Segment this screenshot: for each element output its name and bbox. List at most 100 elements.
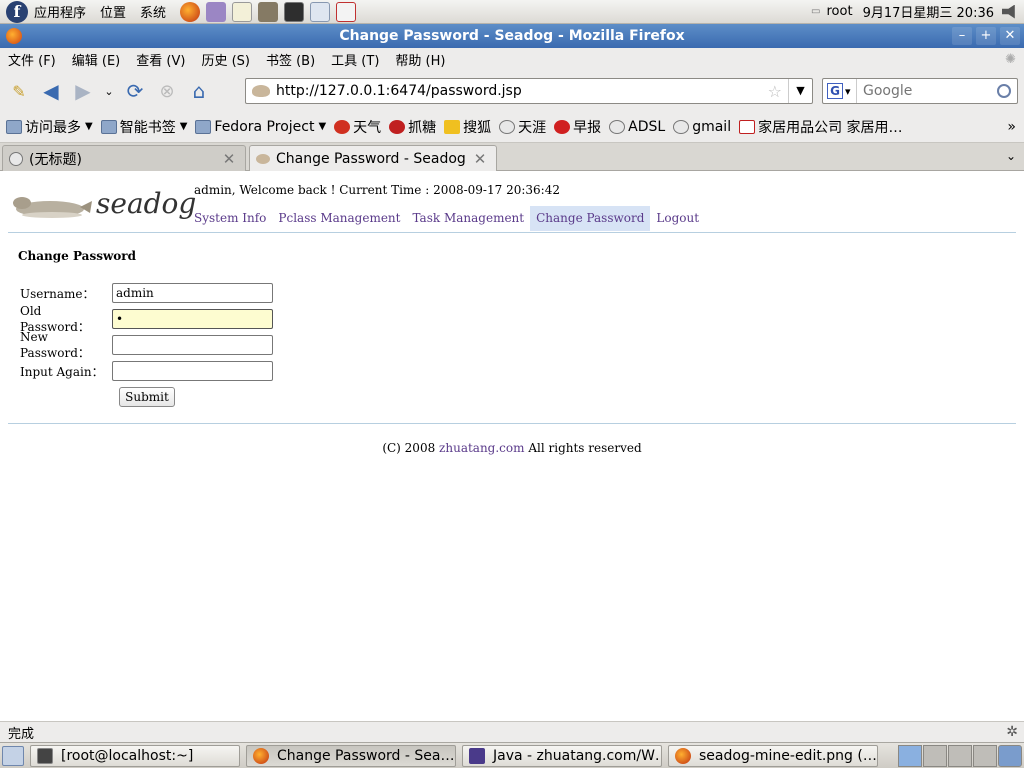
menu-tools[interactable]: 工具 (T) bbox=[331, 50, 379, 69]
new-password-input[interactable] bbox=[112, 335, 273, 355]
tab-untitled[interactable]: (无标题) ✕ bbox=[2, 145, 246, 171]
url-dropdown-icon[interactable]: ▼ bbox=[788, 79, 812, 103]
workspace-3[interactable] bbox=[948, 744, 972, 767]
old-password-input[interactable] bbox=[112, 309, 273, 329]
search-engine-selector[interactable]: G ▾ bbox=[823, 79, 857, 103]
workspace-1[interactable] bbox=[898, 744, 922, 767]
tab-change-password[interactable]: Change Password - Seadog ✕ bbox=[249, 145, 497, 172]
header-divider bbox=[8, 232, 1016, 233]
eclipse-launcher-icon[interactable] bbox=[336, 1, 357, 22]
terminal-launcher-icon[interactable] bbox=[284, 1, 305, 22]
volume-icon[interactable] bbox=[1002, 4, 1015, 19]
workspace-4[interactable] bbox=[973, 744, 997, 767]
nav-logout[interactable]: Logout bbox=[650, 206, 705, 231]
username-input[interactable] bbox=[112, 283, 273, 303]
logo-text: seadog bbox=[96, 187, 197, 220]
throbber-icon: ✺ bbox=[1005, 52, 1016, 67]
task-label: seadog-mine-edit.png (… bbox=[699, 747, 877, 764]
task-label: Change Password - Sea… bbox=[277, 747, 455, 764]
panel-menu-applications[interactable]: 应用程序 bbox=[34, 2, 86, 21]
bookmark-zhuatang[interactable]: 抓糖 bbox=[389, 117, 436, 137]
menu-view[interactable]: 查看 (V) bbox=[136, 50, 185, 69]
footer-link[interactable]: zhuatang.com bbox=[439, 441, 524, 455]
firefox-launcher-icon[interactable] bbox=[180, 1, 201, 22]
bookmark-most-visited[interactable]: 访问最多 ▼ bbox=[6, 117, 93, 137]
folder-icon bbox=[195, 119, 212, 134]
home-icon[interactable]: ⌂ bbox=[186, 78, 212, 104]
username-label: Username： bbox=[20, 286, 95, 301]
reload-icon[interactable]: ⟳ bbox=[122, 78, 148, 104]
history-dropdown-icon[interactable]: ⌄ bbox=[102, 78, 116, 104]
search-icon[interactable] bbox=[997, 84, 1011, 98]
pidgin-launcher-icon[interactable] bbox=[206, 1, 227, 22]
nav-task-management[interactable]: Task Management bbox=[406, 206, 530, 231]
text-editor-launcher-icon[interactable] bbox=[232, 1, 253, 22]
bookmark-zaobao[interactable]: 早报 bbox=[554, 117, 601, 137]
nav-change-password[interactable]: Change Password bbox=[530, 206, 651, 231]
gimp-launcher-icon[interactable] bbox=[258, 1, 279, 22]
bookmarks-overflow-icon[interactable]: » bbox=[1007, 119, 1016, 135]
input-again-label: Input Again： bbox=[20, 364, 104, 379]
panel-menu-places[interactable]: 位置 bbox=[100, 2, 126, 21]
stop-icon[interactable]: ⊗ bbox=[154, 78, 180, 104]
task-eclipse[interactable]: Java - zhuatang.com/W… bbox=[462, 744, 662, 767]
bookmark-smart-bookmarks[interactable]: 智能书签 ▼ bbox=[100, 117, 187, 137]
menu-bookmarks[interactable]: 书签 (B) bbox=[266, 50, 315, 69]
back-icon[interactable]: ◀ bbox=[38, 78, 64, 104]
nav-system-info[interactable]: System Info bbox=[188, 206, 272, 231]
bookmark-tianya[interactable]: 天涯 bbox=[499, 117, 546, 137]
terminal-icon bbox=[37, 747, 53, 764]
task-label: Java - zhuatang.com/W… bbox=[493, 747, 662, 764]
show-desktop-icon[interactable] bbox=[2, 745, 24, 766]
fedora-logo-icon[interactable]: f bbox=[6, 0, 28, 23]
task-terminal[interactable]: [root@localhost:~] bbox=[30, 744, 240, 767]
task-image-viewer[interactable]: seadog-mine-edit.png (… bbox=[668, 744, 878, 767]
url-bar[interactable]: ☆ ▼ bbox=[245, 78, 813, 104]
input-again-input[interactable] bbox=[112, 361, 273, 381]
user-name[interactable]: root bbox=[827, 4, 853, 19]
bookmark-sohu[interactable]: 搜狐 bbox=[444, 117, 491, 137]
folder-icon bbox=[6, 119, 22, 134]
tab-list-icon[interactable]: ⌄ bbox=[1006, 149, 1016, 163]
bookmark-fedora-project[interactable]: Fedora Project ▼ bbox=[195, 119, 326, 135]
chevron-down-icon: ▼ bbox=[85, 121, 93, 132]
site-nav: System Info Pclass Management Task Manag… bbox=[188, 206, 705, 231]
clock[interactable]: 9月17日星期三 20:36 bbox=[863, 2, 994, 21]
page-icon bbox=[9, 151, 23, 166]
task-firefox[interactable]: Change Password - Sea… bbox=[246, 744, 456, 767]
panel-menu-system[interactable]: 系统 bbox=[140, 2, 166, 21]
gnome-top-panel: f 应用程序 位置 系统 ▭ root 9月17日星期三 20:36 bbox=[0, 0, 1024, 24]
system-tray: ▭ root 9月17日星期三 20:36 bbox=[801, 2, 1024, 21]
bookmark-star-icon[interactable]: ☆ bbox=[768, 82, 782, 101]
new-bookmark-icon[interactable]: ✎ bbox=[6, 78, 32, 104]
close-tab-icon[interactable]: ✕ bbox=[221, 151, 237, 167]
tab-label: (无标题) bbox=[29, 151, 82, 168]
submit-button[interactable]: Submit bbox=[119, 387, 175, 407]
workspace-2[interactable] bbox=[923, 744, 947, 767]
chevron-down-icon: ▼ bbox=[318, 121, 327, 132]
media-player-launcher-icon[interactable] bbox=[310, 1, 331, 22]
forward-icon[interactable]: ▶ bbox=[70, 78, 96, 104]
firebug-icon[interactable]: ✲ bbox=[1006, 724, 1018, 740]
footer-suffix: All rights reserved bbox=[528, 441, 642, 455]
bookmark-home-goods[interactable]: 家居用品公司 家居用… bbox=[739, 117, 903, 137]
bookmark-adsl[interactable]: ADSL bbox=[609, 119, 665, 135]
bookmark-label: 搜狐 bbox=[463, 119, 492, 136]
search-bar[interactable]: G ▾ bbox=[822, 78, 1018, 104]
menu-edit[interactable]: 编辑 (E) bbox=[72, 50, 121, 69]
nav-pclass-management[interactable]: Pclass Management bbox=[272, 206, 406, 231]
username-row: Username： bbox=[20, 283, 273, 303]
url-input[interactable] bbox=[276, 83, 768, 99]
firefox-icon bbox=[675, 747, 691, 764]
bookmark-weather[interactable]: 天气 bbox=[334, 117, 381, 137]
menu-file[interactable]: 文件 (F) bbox=[8, 50, 56, 69]
menu-history[interactable]: 历史 (S) bbox=[201, 50, 250, 69]
page-icon bbox=[499, 119, 516, 134]
search-input[interactable] bbox=[857, 83, 997, 99]
menu-help[interactable]: 帮助 (H) bbox=[395, 50, 445, 69]
bookmark-gmail[interactable]: gmail bbox=[673, 119, 731, 135]
window-titlebar: Change Password - Seadog - Mozilla Firef… bbox=[0, 24, 1024, 48]
trash-icon[interactable] bbox=[998, 744, 1022, 767]
menubar: 文件 (F) 编辑 (E) 查看 (V) 历史 (S) 书签 (B) 工具 (T… bbox=[0, 48, 1024, 71]
close-tab-icon[interactable]: ✕ bbox=[472, 151, 488, 167]
